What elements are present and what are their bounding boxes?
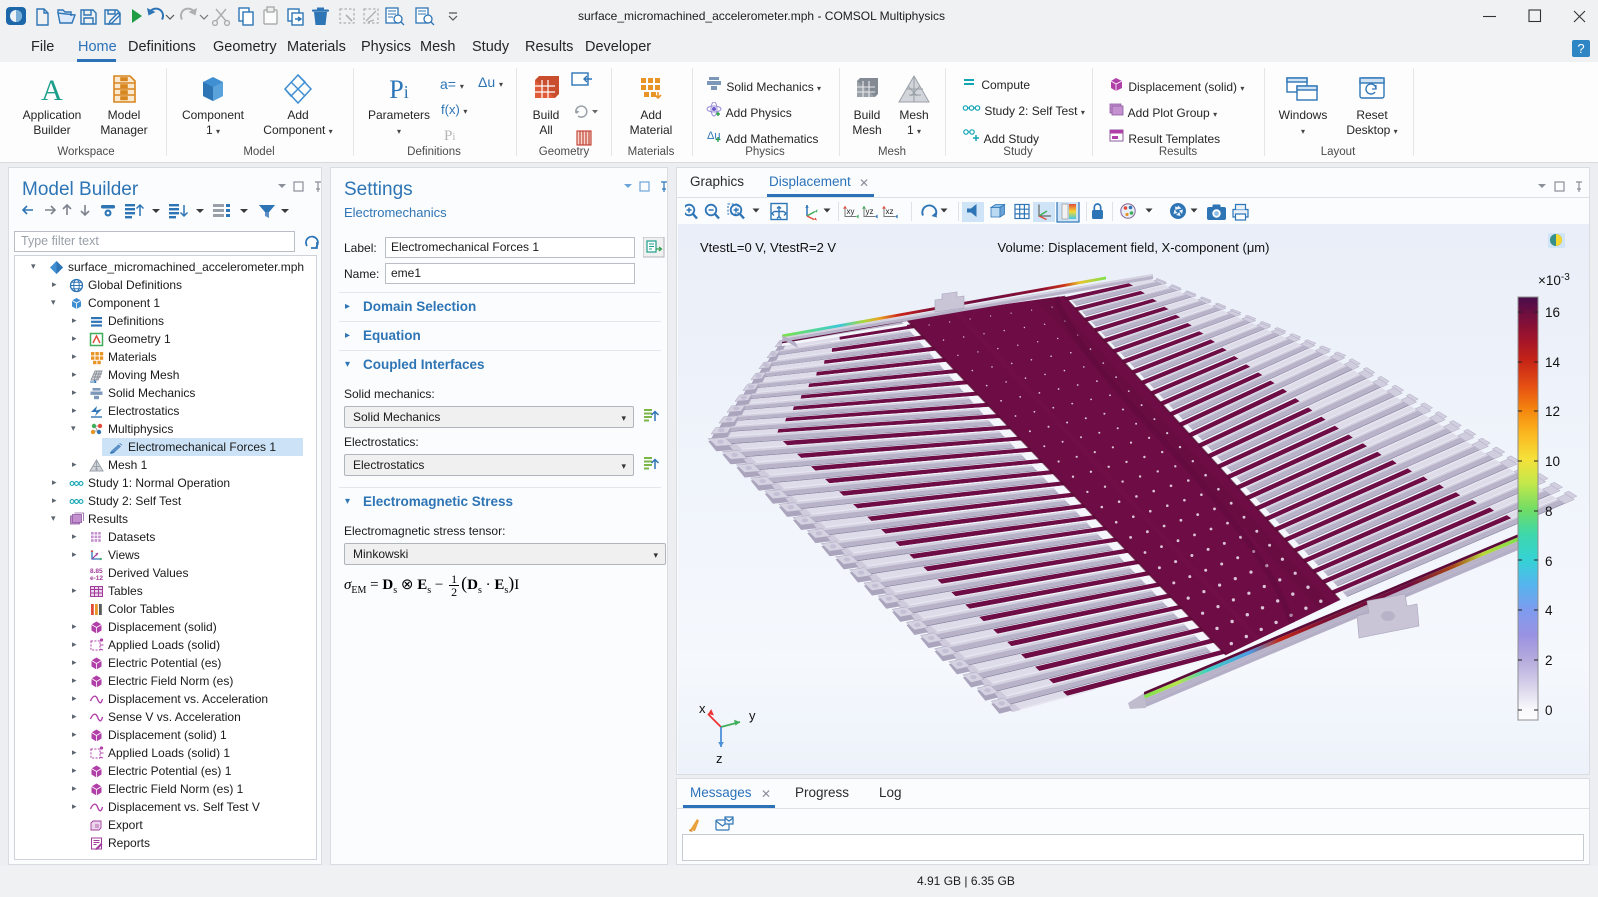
svg-text:8: 8 xyxy=(1545,504,1553,519)
svg-text:xz: xz xyxy=(886,207,894,216)
svg-text:12: 12 xyxy=(1545,404,1560,419)
svg-text:yz: yz xyxy=(866,207,874,216)
svg-text:8.85: 8.85 xyxy=(90,568,103,575)
svg-text:14: 14 xyxy=(1545,355,1561,370)
svg-text:x: x xyxy=(699,701,706,716)
svg-text:e-12: e-12 xyxy=(90,575,103,581)
svg-text:Pi: Pi xyxy=(389,75,408,104)
svg-text:16: 16 xyxy=(1545,305,1560,320)
svg-text:4: 4 xyxy=(1545,603,1553,618)
svg-text:A: A xyxy=(41,74,63,106)
svg-text:z: z xyxy=(716,751,723,766)
svg-text:xy: xy xyxy=(847,207,855,216)
svg-text:6: 6 xyxy=(1545,554,1553,569)
svg-text:10: 10 xyxy=(1545,454,1560,469)
svg-text:2: 2 xyxy=(1545,653,1553,668)
svg-text:0: 0 xyxy=(1545,703,1553,718)
svg-text:y: y xyxy=(749,708,756,723)
